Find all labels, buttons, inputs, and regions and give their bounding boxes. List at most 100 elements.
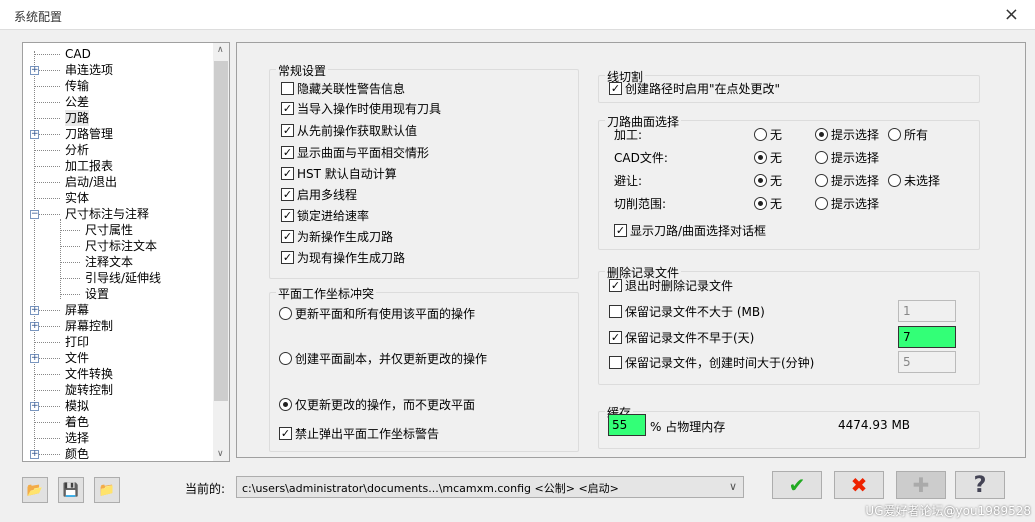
surface-option[interactable]: 提示选择 [815,126,879,142]
radio[interactable] [754,127,767,141]
log-value-input[interactable]: 7 [898,326,956,348]
tree-item[interactable]: 文件 [65,350,89,366]
cancel-button[interactable]: ✖ [834,471,884,499]
surface-option[interactable]: 未选择 [888,172,940,188]
save-icon[interactable]: 💾 [58,477,84,503]
checkbox[interactable]: ✓ [281,229,294,243]
log-option[interactable]: ✓ 退出时删除记录文件 [609,277,733,293]
surface-option[interactable]: 无 [754,172,782,188]
general-option[interactable]: ✓ 当导入操作时使用现有刀具 [281,100,441,116]
checkbox[interactable]: ✓ [281,101,294,115]
expand-toggle-icon[interactable]: + [30,322,39,331]
checkbox[interactable]: ✓ [281,166,294,180]
tree-item[interactable]: 着色 [65,414,89,430]
checkbox[interactable] [609,355,622,369]
radio[interactable] [815,196,828,210]
radio[interactable] [754,173,767,187]
checkbox[interactable]: ✓ [281,250,294,264]
general-option[interactable]: 隐藏关联性警告信息 [281,80,405,96]
close-icon[interactable]: × [1004,4,1019,25]
tree-item[interactable]: 分析 [65,142,89,158]
expand-toggle-icon[interactable]: + [30,402,39,411]
expand-toggle-icon[interactable]: − [30,210,39,219]
expand-toggle-icon[interactable]: + [30,450,39,459]
surface-option[interactable]: 提示选择 [815,172,879,188]
expand-toggle-icon[interactable]: + [30,354,39,363]
general-option[interactable]: ✓ 为新操作生成刀路 [281,228,393,244]
scroll-up-icon[interactable]: ∧ [217,45,224,55]
tree-item[interactable]: 公差 [65,94,89,110]
radio[interactable] [888,173,901,187]
plane-option[interactable]: 更新平面和所有使用该平面的操作 [279,305,475,321]
checkbox[interactable]: ✓ [614,223,627,237]
plane-option[interactable]: 仅更新更改的操作，而不更改平面 [279,396,475,412]
tree-item[interactable]: 刀路 [65,110,90,126]
tree-item[interactable]: 刀路管理 [65,126,113,142]
radio[interactable] [815,150,828,164]
radio[interactable] [888,127,901,141]
tree-item[interactable]: 串连选项 [65,62,113,78]
tree-item[interactable]: 启动/退出 [65,174,117,190]
checkbox[interactable]: ✓ [281,123,294,137]
tree-item[interactable]: 模拟 [65,398,89,414]
ok-button[interactable]: ✔ [772,471,822,499]
tree-item[interactable]: 选择 [65,430,89,446]
tree-item[interactable]: 设置 [85,286,109,302]
radio[interactable] [754,150,767,164]
checkbox[interactable]: ✓ [281,145,294,159]
tree-item[interactable]: 打印 [65,334,89,350]
tree-item[interactable]: 尺寸属性 [85,222,133,238]
tree-item[interactable]: 实体 [65,190,89,206]
expand-toggle-icon[interactable]: + [30,306,39,315]
radio[interactable] [279,306,292,320]
surface-option[interactable]: 无 [754,195,782,211]
merge-folder-icon[interactable]: 📁 [94,477,120,503]
surface-option[interactable]: 提示选择 [815,149,879,165]
general-option[interactable]: ✓ 为现有操作生成刀路 [281,249,405,265]
checkbox[interactable] [281,81,294,95]
expand-toggle-icon[interactable]: + [30,130,39,139]
help-button[interactable]: ? [955,471,1005,499]
tree-item[interactable]: 文件转换 [65,366,113,382]
radio[interactable] [279,351,292,365]
category-tree[interactable]: ∧ ∨ CAD + 串连选项 传输 公差 刀路 + 刀路管理 分析 加工报表 启动/退出 实体 − 尺寸标… [22,42,230,462]
checkbox[interactable] [609,304,622,318]
checkbox[interactable]: ✓ [609,330,622,344]
log-option[interactable]: 保留记录文件不大于 (MB) [609,303,765,319]
cache-percent-input[interactable]: 55 [608,414,646,436]
tree-item[interactable]: 屏幕控制 [65,318,113,334]
tree-item[interactable]: 注释文本 [85,254,133,270]
tree-item[interactable]: 尺寸标注文本 [85,238,157,254]
log-option[interactable]: ✓ 保留记录文件不早于(天) [609,329,754,345]
checkbox[interactable]: ✓ [279,426,292,440]
surface-option[interactable]: 所有 [888,126,928,142]
tree-item[interactable]: CAD [65,46,91,62]
scroll-down-icon[interactable]: ∨ [217,449,224,459]
plane-option[interactable]: 创建平面副本，并仅更新更改的操作 [279,350,487,366]
tree-item[interactable]: 尺寸标注与注释 [65,206,149,222]
tree-item[interactable]: 传输 [65,78,89,94]
checkbox[interactable]: ✓ [281,208,294,222]
surface-option[interactable]: 无 [754,149,782,165]
tree-item[interactable]: 引导线/延伸线 [85,270,161,286]
plane-warning-option[interactable]: ✓ 禁止弹出平面工作坐标警告 [279,425,439,441]
expand-toggle-icon[interactable]: + [30,66,39,75]
log-option[interactable]: 保留记录文件，创建时间大于(分钟) [609,354,814,370]
log-value-input[interactable]: 1 [898,300,956,322]
tree-item[interactable]: 屏幕 [65,302,89,318]
surface-option[interactable]: 提示选择 [815,195,879,211]
add-button[interactable]: ✚ [896,471,946,499]
tree-item[interactable]: 加工报表 [65,158,113,174]
general-option[interactable]: ✓ 显示曲面与平面相交情形 [281,144,429,160]
general-option[interactable]: ✓ HST 默认自动计算 [281,165,397,181]
tree-item[interactable]: 旋转控制 [65,382,113,398]
radio[interactable] [754,196,767,210]
checkbox[interactable]: ✓ [281,187,294,201]
log-value-input[interactable]: 5 [898,351,956,373]
surface-dialog-option[interactable]: ✓ 显示刀路/曲面选择对话框 [614,222,766,238]
open-folder-icon[interactable]: 📂 [22,477,48,503]
radio[interactable] [815,173,828,187]
checkbox[interactable]: ✓ [609,81,622,95]
general-option[interactable]: ✓ 启用多线程 [281,186,357,202]
general-option[interactable]: ✓ 从先前操作获取默认值 [281,122,417,138]
